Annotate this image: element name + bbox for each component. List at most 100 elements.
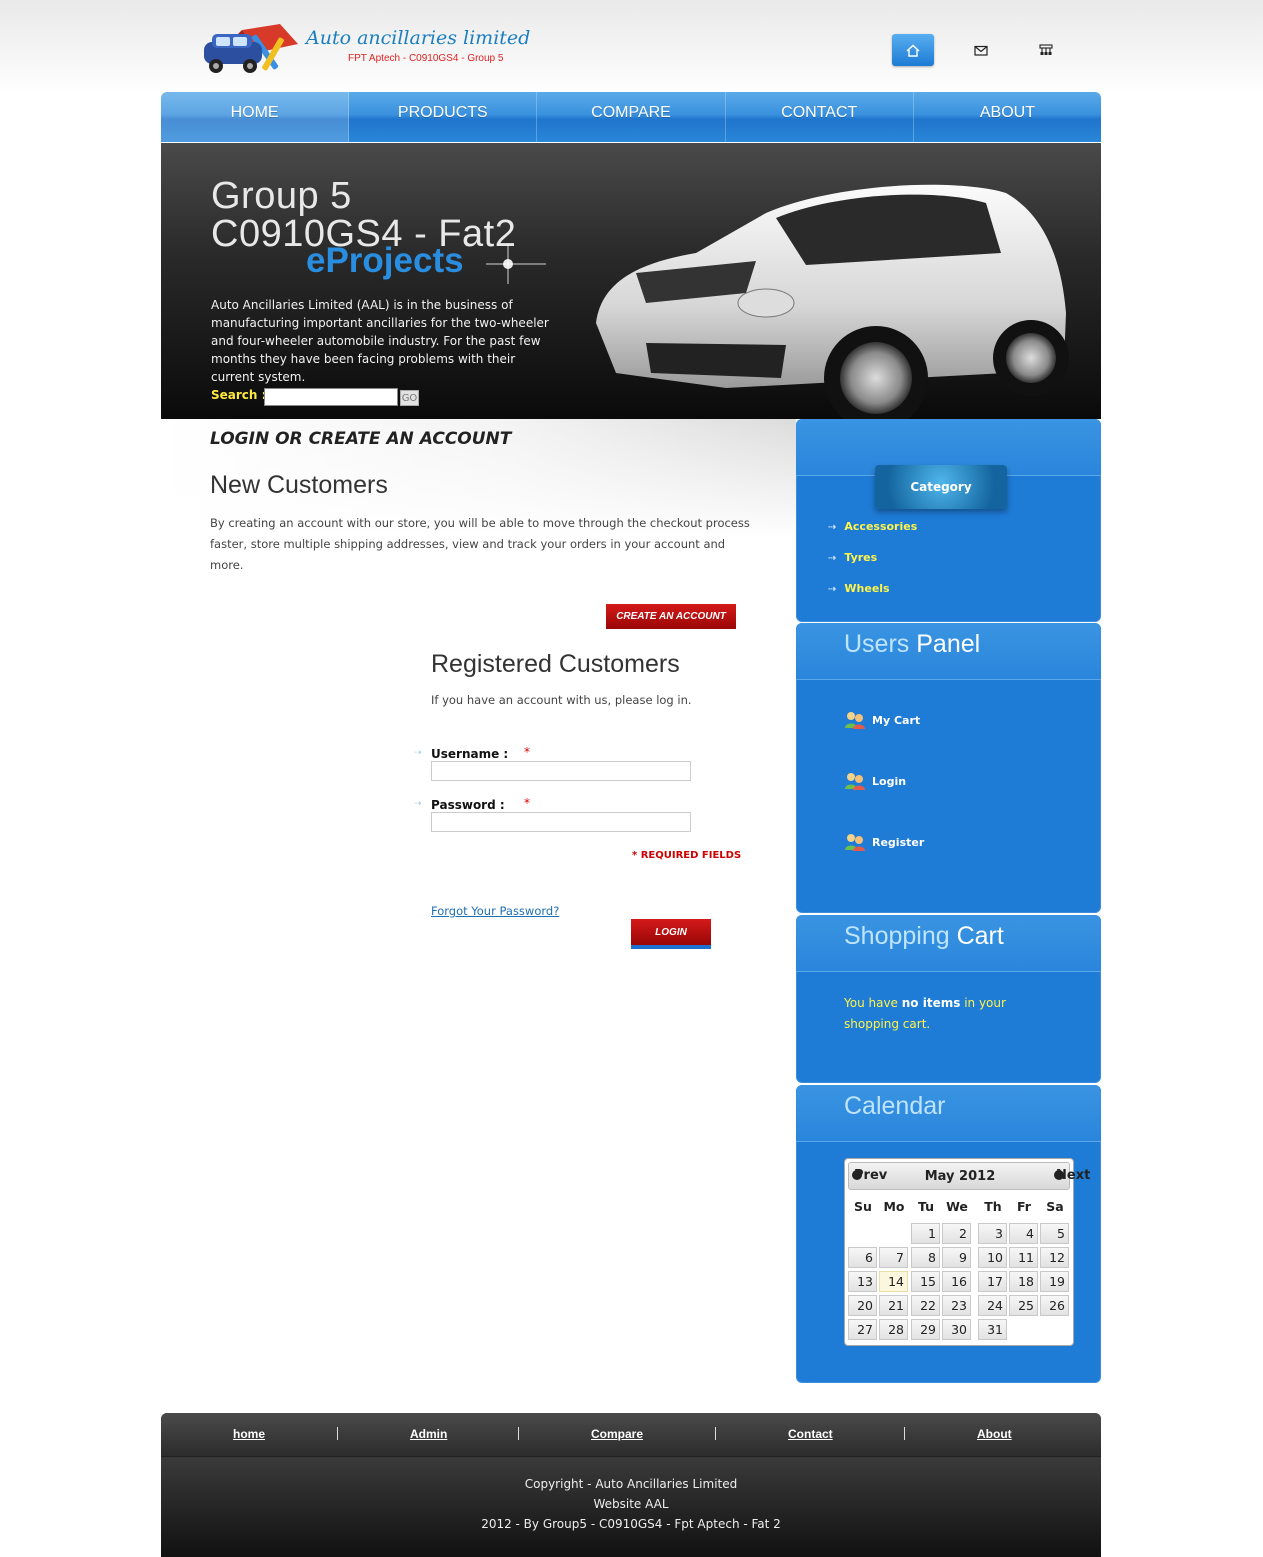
password-input[interactable] (431, 812, 691, 832)
shopping-cart-header: Shopping Cart (796, 915, 1101, 972)
shopping-cart-title: Shopping Cart (844, 922, 1004, 950)
footer-link-about[interactable]: About (977, 1427, 1012, 1441)
users-panel-register[interactable]: Register (844, 832, 924, 852)
site-logo[interactable]: Auto ancillaries limited FPT Aptech - C0… (196, 18, 536, 78)
footer-link-compare[interactable]: Compare (591, 1427, 643, 1441)
category-badge: Category (875, 465, 1007, 509)
calendar-day[interactable]: 22 (911, 1295, 940, 1316)
calendar-day[interactable]: 28 (879, 1319, 908, 1340)
calendar-weekday: Fr (1017, 1199, 1031, 1214)
footer-copyright: Copyright - Auto Ancillaries Limited (524, 1477, 738, 1491)
search-input[interactable] (264, 388, 398, 406)
calendar-day[interactable]: 19 (1040, 1271, 1069, 1292)
calendar-day[interactable]: 5 (1040, 1223, 1069, 1244)
password-label: Password : (431, 798, 505, 812)
calendar-day[interactable]: 23 (942, 1295, 971, 1316)
calendar-day[interactable]: 31 (978, 1319, 1007, 1340)
calendar-day[interactable]: 7 (879, 1247, 908, 1268)
username-input[interactable] (431, 761, 691, 781)
calendar-day[interactable]: 11 (1009, 1247, 1038, 1268)
username-arrow-icon: ⇢ (414, 748, 422, 758)
calendar-day[interactable]: 18 (1009, 1271, 1038, 1292)
footer-website: Website AAL (593, 1497, 669, 1511)
calendar-day-today[interactable]: 14 (879, 1271, 908, 1292)
category-item-accessories[interactable]: ⇢ Accessories (828, 520, 917, 533)
page-title: LOGIN OR CREATE AN ACCOUNT (210, 429, 512, 449)
calendar-title: Calendar (844, 1092, 946, 1120)
users-panel-my-cart[interactable]: My Cart (844, 710, 920, 730)
footer-separator (904, 1427, 905, 1440)
calendar-day[interactable]: 30 (942, 1319, 971, 1340)
calendar-day[interactable]: 16 (942, 1271, 971, 1292)
nav-contact[interactable]: CONTACT (726, 92, 914, 142)
nav-home[interactable]: HOME (161, 92, 350, 142)
sitemap-icon-button[interactable] (1025, 34, 1067, 66)
username-label: Username : (431, 747, 509, 761)
calendar-widget: May 2012 Prev Next Su Mo Tu We Th Fr Sa 1 2 3 4 5 6 7… (844, 1158, 1090, 1346)
footer-separator (518, 1427, 519, 1440)
calendar-day[interactable]: 20 (848, 1295, 877, 1316)
home-icon-button[interactable] (892, 34, 934, 66)
calendar-weekday: Mo (883, 1199, 905, 1214)
header-background (0, 0, 1263, 95)
registered-customers-title: Registered Customers (431, 650, 680, 678)
calendar-weekday: Th (984, 1199, 1002, 1214)
banner-title-line1: Group 5 (211, 175, 352, 217)
sparkle-icon (486, 244, 546, 284)
footer-link-home[interactable]: home (233, 1427, 265, 1441)
calendar-day[interactable]: 10 (978, 1247, 1007, 1268)
shopping-cart-panel: Shopping Cart You have no items in your … (796, 915, 1101, 1083)
category-label: Tyres (844, 551, 878, 564)
calendar-day[interactable]: 4 (1009, 1223, 1038, 1244)
calendar-day[interactable]: 2 (942, 1223, 971, 1244)
calendar-day[interactable]: 12 (1040, 1247, 1069, 1268)
calendar-day[interactable]: 9 (942, 1247, 971, 1268)
calendar-day[interactable]: 27 (848, 1319, 877, 1340)
calendar-day[interactable]: 8 (911, 1247, 940, 1268)
calendar-next-button[interactable]: Next (1054, 1168, 1090, 1183)
calendar-day[interactable]: 21 (879, 1295, 908, 1316)
category-item-wheels[interactable]: ⇢ Wheels (828, 582, 890, 595)
footer-link-admin[interactable]: Admin (410, 1427, 447, 1441)
calendar-header: Calendar (796, 1085, 1101, 1142)
calendar-day[interactable]: 26 (1040, 1295, 1069, 1316)
login-button[interactable]: LOGIN (631, 919, 711, 949)
calendar-day[interactable]: 6 (848, 1247, 877, 1268)
mail-icon-button[interactable] (960, 34, 1002, 66)
forgot-password-link[interactable]: Forgot Your Password? (431, 904, 559, 918)
users-panel-login[interactable]: Login (844, 771, 906, 791)
car-image (596, 184, 1069, 419)
search-go-button[interactable]: GO (400, 390, 419, 406)
username-required-star: * (524, 745, 530, 759)
footer-separator (337, 1427, 338, 1440)
nav-products[interactable]: PRODUCTS (349, 92, 538, 142)
banner-title-line3: eProjects (306, 241, 464, 280)
calendar-day[interactable]: 3 (978, 1223, 1007, 1244)
home-icon (906, 44, 920, 57)
create-account-button[interactable]: CREATE AN ACCOUNT (606, 604, 736, 629)
new-customers-description: By creating an account with our store, y… (210, 516, 750, 572)
calendar-nav: May 2012 Prev Next (848, 1162, 1090, 1190)
footer-link-contact[interactable]: Contact (788, 1427, 833, 1441)
main-nav: HOME PRODUCTS COMPARE CONTACT ABOUT (161, 92, 1101, 142)
nav-about[interactable]: ABOUT (914, 92, 1101, 142)
footer-links-bar: home Admin Compare Contact About (161, 1413, 1101, 1456)
calendar-day[interactable]: 24 (978, 1295, 1007, 1316)
footer: home Admin Compare Contact About Copyrig… (161, 1413, 1101, 1557)
users-icon (845, 834, 865, 851)
calendar-day[interactable]: 25 (1009, 1295, 1038, 1316)
users-panel-header: Users Panel (796, 623, 1101, 680)
calendar-panel: Calendar May 2012 Prev Next Su Mo Tu We Th Fr… (796, 1085, 1101, 1383)
calendar-day[interactable]: 15 (911, 1271, 940, 1292)
calendar-day[interactable]: 1 (911, 1223, 940, 1244)
category-item-tyres[interactable]: ⇢ Tyres (828, 551, 877, 564)
calendar-prev-button[interactable]: Prev (852, 1168, 887, 1183)
arrow-right-icon: ⇢ (828, 553, 837, 564)
calendar-weekday: We (946, 1199, 968, 1214)
banner-description: Auto Ancillaries Limited (AAL) is in the… (211, 298, 549, 384)
users-icon (845, 712, 865, 729)
calendar-day[interactable]: 29 (911, 1319, 940, 1340)
nav-compare[interactable]: COMPARE (537, 92, 726, 142)
calendar-day[interactable]: 17 (978, 1271, 1007, 1292)
calendar-day[interactable]: 13 (848, 1271, 877, 1292)
